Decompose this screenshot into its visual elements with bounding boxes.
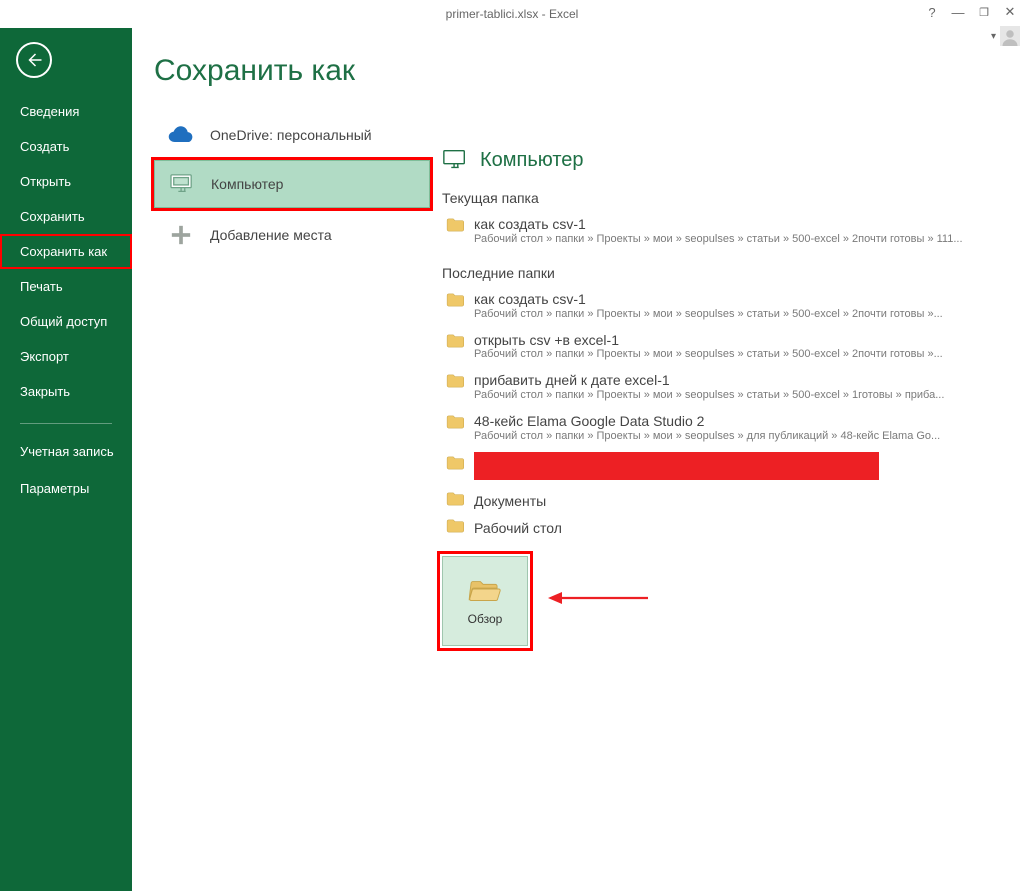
sidebar-item-save-as[interactable]: Сохранить как — [0, 234, 132, 269]
locations-column: Сохранить как OneDrive: персональный Ком… — [132, 28, 430, 891]
recent-folder[interactable]: открыть csv +в excel-1Рабочий стол » пап… — [442, 328, 1006, 369]
back-button[interactable] — [16, 42, 52, 78]
sidebar-divider — [20, 423, 112, 424]
folder-name: прибавить дней к дате excel-1 — [474, 372, 1006, 389]
folder-path: Рабочий стол » папки » Проекты » мои » s… — [474, 430, 984, 442]
folder-name: как создать csv-1 — [474, 291, 1006, 308]
cloud-icon — [166, 126, 196, 144]
right-panel-heading: Компьютер — [442, 148, 1006, 172]
redacted-block — [474, 452, 879, 480]
recent-folder-documents[interactable]: Документы — [442, 488, 1006, 515]
recent-folders-label: Последние папки — [442, 265, 1006, 281]
window-title: primer-tablici.xlsx - Excel — [446, 7, 579, 21]
computer-icon — [442, 148, 468, 172]
folder-icon — [446, 456, 464, 475]
sidebar-item-print[interactable]: Печать — [0, 269, 132, 304]
page-title: Сохранить как — [154, 54, 430, 88]
folder-icon — [446, 519, 464, 538]
location-onedrive[interactable]: OneDrive: персональный — [154, 114, 430, 156]
recent-folder-redacted[interactable] — [442, 450, 1006, 488]
folder-icon — [446, 334, 464, 353]
minimize-icon[interactable]: — — [950, 5, 966, 20]
recent-folder[interactable]: прибавить дней к дате excel-1Рабочий сто… — [442, 368, 1006, 409]
folder-name: Документы — [474, 493, 546, 509]
folder-icon — [446, 492, 464, 511]
folder-icon — [446, 293, 464, 312]
sidebar-item-account[interactable]: Учетная запись — [0, 434, 132, 471]
location-computer-label: Компьютер — [211, 176, 283, 192]
sidebar-item-info[interactable]: Сведения — [0, 94, 132, 129]
right-panel: Компьютер Текущая папка как создать csv-… — [430, 28, 1024, 891]
recent-folder[interactable]: 48-кейс Elama Google Data Studio 2Рабочи… — [442, 409, 1006, 450]
folder-name: как создать csv-1 — [474, 216, 1006, 233]
window-controls: ? — ❐ ✕ — [924, 4, 1018, 20]
sidebar-item-export[interactable]: Экспорт — [0, 339, 132, 374]
folder-path: Рабочий стол » папки » Проекты » мои » s… — [474, 348, 984, 360]
content-area: Сохранить как OneDrive: персональный Ком… — [132, 28, 1024, 891]
browse-button-label: Обзор — [468, 612, 503, 626]
title-bar: primer-tablici.xlsx - Excel ? — ❐ ✕ — [0, 0, 1024, 28]
user-avatar[interactable] — [1000, 26, 1020, 46]
close-icon[interactable]: ✕ — [1002, 4, 1018, 20]
restore-icon[interactable]: ❐ — [976, 6, 992, 19]
folder-open-icon — [468, 576, 502, 602]
recent-folder-desktop[interactable]: Рабочий стол — [442, 515, 1006, 542]
location-computer[interactable]: Компьютер — [154, 160, 430, 208]
folder-path: Рабочий стол » папки » Проекты » мои » s… — [474, 308, 984, 320]
computer-icon — [167, 173, 197, 195]
help-icon[interactable]: ? — [924, 5, 940, 20]
backstage-sidebar: Сведения Создать Открыть Сохранить Сохра… — [0, 28, 132, 891]
folder-name: открыть csv +в excel-1 — [474, 332, 1006, 349]
folder-name: 48-кейс Elama Google Data Studio 2 — [474, 413, 1006, 430]
sidebar-item-open[interactable]: Открыть — [0, 164, 132, 199]
current-folder-label: Текущая папка — [442, 190, 1006, 206]
sidebar-item-options[interactable]: Параметры — [0, 471, 132, 506]
location-add-place-label: Добавление места — [210, 227, 332, 243]
location-onedrive-label: OneDrive: персональный — [210, 127, 372, 143]
folder-icon — [446, 374, 464, 393]
sidebar-item-close[interactable]: Закрыть — [0, 374, 132, 409]
sidebar-item-share[interactable]: Общий доступ — [0, 304, 132, 339]
plus-icon — [166, 224, 196, 246]
annotation-arrow — [548, 589, 648, 612]
folder-icon — [446, 218, 464, 237]
current-folder[interactable]: как создать csv-1 Рабочий стол » папки »… — [442, 212, 1006, 253]
folder-icon — [446, 415, 464, 434]
browse-button[interactable]: Обзор — [442, 556, 528, 646]
sidebar-item-new[interactable]: Создать — [0, 129, 132, 164]
right-panel-heading-text: Компьютер — [480, 149, 584, 172]
folder-path: Рабочий стол » папки » Проекты » мои » s… — [474, 233, 984, 245]
location-add-place[interactable]: Добавление места — [154, 212, 430, 258]
folder-name: Рабочий стол — [474, 520, 562, 536]
recent-folder[interactable]: как создать csv-1Рабочий стол » папки » … — [442, 287, 1006, 328]
sidebar-item-save[interactable]: Сохранить — [0, 199, 132, 234]
folder-path: Рабочий стол » папки » Проекты » мои » s… — [474, 389, 984, 401]
ribbon-options-icon[interactable]: ▾ — [991, 31, 996, 42]
ribbon-display-options: ▾ — [991, 26, 1020, 46]
